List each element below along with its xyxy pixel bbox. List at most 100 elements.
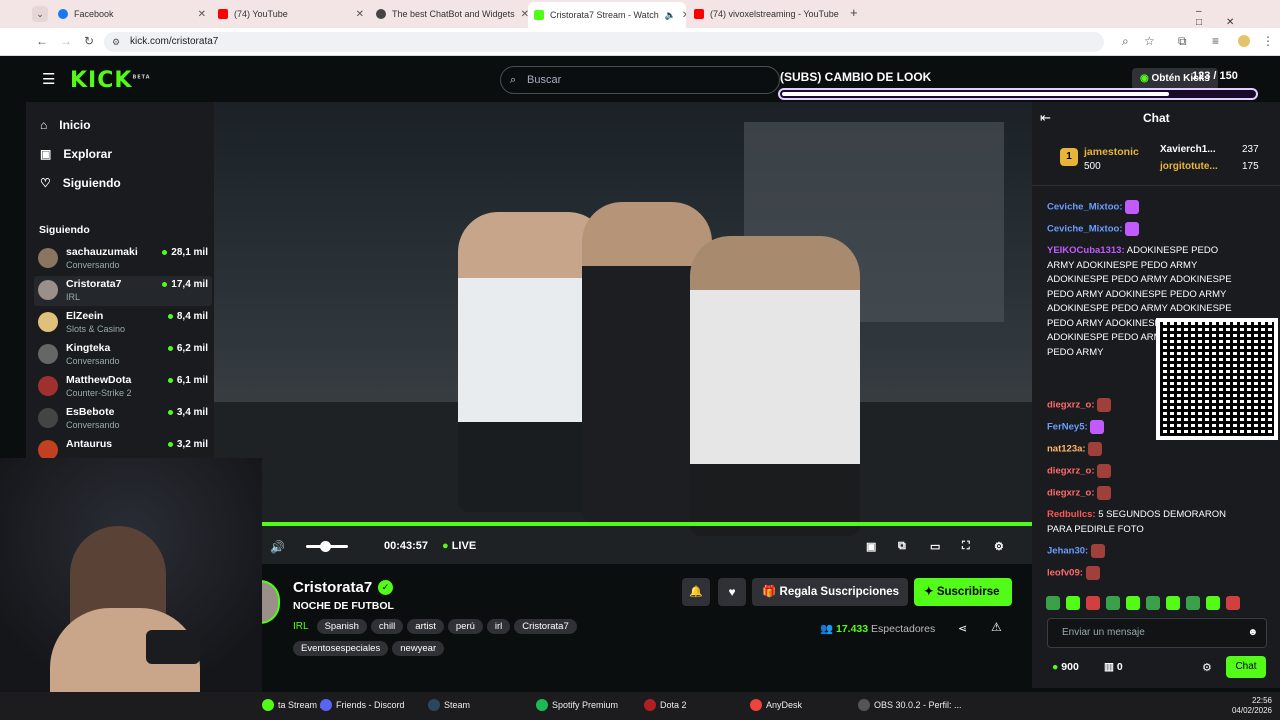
- stream-tag[interactable]: newyear: [392, 641, 445, 656]
- channel-title[interactable]: Cristorata7: [293, 579, 372, 596]
- extensions-icon[interactable]: ⧉: [1178, 34, 1187, 49]
- chat-username[interactable]: YEIKOCuba1313:: [1047, 245, 1125, 256]
- tab-search-button[interactable]: ⌄: [32, 6, 48, 22]
- tab-facebook[interactable]: Facebook ✕: [52, 4, 212, 24]
- taskbar-item[interactable]: Spotify Premium: [536, 699, 618, 711]
- nav-inicio[interactable]: ⌂ Inicio: [40, 118, 91, 132]
- gifter-name[interactable]: Xavierch1...: [1160, 144, 1216, 155]
- back-arrow-icon[interactable]: ←: [36, 34, 48, 48]
- video-player[interactable]: 🔊 00:43:57 ● LIVE ▣ ⧉ ▭ ⛶ ⚙: [214, 102, 1032, 564]
- emote-icon[interactable]: [1206, 596, 1220, 610]
- volume-icon[interactable]: 🔊: [270, 540, 285, 554]
- taskbar-item[interactable]: Dota 2: [644, 699, 687, 711]
- following-item[interactable]: Kingteka Conversando 6,2 mil: [38, 340, 208, 370]
- gifter-name[interactable]: jamestonic: [1084, 146, 1139, 158]
- taskbar-item[interactable]: Steam: [428, 699, 470, 711]
- stream-tag[interactable]: chill: [370, 619, 404, 634]
- following-item[interactable]: EsBebote Conversando 3,4 mil: [38, 404, 208, 434]
- fullscreen-icon[interactable]: ⛶: [962, 540, 970, 553]
- emote-icon[interactable]: [1086, 596, 1100, 610]
- chat-username[interactable]: Ceviche_Mixtoo:: [1047, 224, 1123, 235]
- tab-youtube-vivoxel[interactable]: (74) vivoxelstreaming - YouTube ✕: [688, 4, 846, 24]
- stream-tag[interactable]: irl: [486, 619, 511, 634]
- stream-tag[interactable]: artist: [407, 619, 444, 634]
- stream-tag[interactable]: Spanish: [316, 619, 367, 634]
- chat-username[interactable]: diegxrz_o:: [1047, 466, 1095, 477]
- emote-icon[interactable]: [1046, 596, 1060, 610]
- tab-kick-active[interactable]: Cristorata7 Stream - Watch 🔈 ✕: [528, 2, 686, 28]
- notification-bell-button[interactable]: 🔔: [682, 578, 710, 606]
- taskbar-item[interactable]: ta Stream ...: [262, 699, 327, 711]
- chat-username[interactable]: Ceviche_Mixtoo:: [1047, 202, 1123, 213]
- send-chat-button[interactable]: Chat: [1226, 656, 1266, 678]
- chat-username[interactable]: Redbullcs:: [1047, 509, 1096, 520]
- chat-username[interactable]: diegxrz_o:: [1047, 488, 1095, 499]
- collapse-chat-icon[interactable]: ⇤: [1040, 110, 1051, 126]
- chat-username[interactable]: diegxrz_o:: [1047, 400, 1095, 411]
- chat-settings-gear-icon[interactable]: ⚙: [1202, 661, 1212, 674]
- chat-username[interactable]: leofv09:: [1047, 568, 1083, 579]
- site-settings-icon[interactable]: ⚙: [112, 32, 120, 52]
- media-icon[interactable]: ≡: [1212, 34, 1219, 48]
- volume-slider[interactable]: [306, 541, 348, 552]
- stream-tag[interactable]: Eventosespeciales: [293, 641, 389, 656]
- stream-tag[interactable]: perú: [447, 619, 483, 634]
- settings-gear-icon[interactable]: ⚙: [994, 540, 1004, 553]
- hamburger-menu-icon[interactable]: ☰: [42, 70, 55, 88]
- new-tab-button[interactable]: +: [850, 5, 858, 20]
- speaker-icon[interactable]: 🔈: [665, 10, 676, 21]
- close-icon[interactable]: ✕: [356, 9, 364, 20]
- emote-icon[interactable]: [1186, 596, 1200, 610]
- following-item-active[interactable]: Cristorata7 IRL 17,4 mil: [34, 276, 212, 306]
- emote-icon[interactable]: [1106, 596, 1120, 610]
- subscribe-button[interactable]: ✦ Suscribirse: [914, 578, 1012, 606]
- kick-logo[interactable]: KICKBETA: [70, 68, 151, 93]
- channel-points[interactable]: ● 900: [1052, 661, 1079, 673]
- emote-icon[interactable]: [1066, 596, 1080, 610]
- stream-tag[interactable]: Cristorata7: [514, 619, 577, 634]
- emote-icon[interactable]: [1126, 596, 1140, 610]
- nav-siguiendo[interactable]: ♡ Siguiendo: [40, 176, 121, 190]
- chat-username[interactable]: Jehan30:: [1047, 546, 1088, 557]
- playback-progress-bar[interactable]: [261, 522, 1032, 526]
- miniplayer-icon[interactable]: ▣: [866, 540, 876, 553]
- tab-chatbot[interactable]: The best ChatBot and Widgets ✕: [370, 4, 528, 24]
- close-icon[interactable]: ✕: [521, 9, 528, 20]
- chat-username[interactable]: nat123a:: [1047, 444, 1086, 455]
- url-field[interactable]: ⚙ kick.com/cristorata7: [104, 32, 1104, 52]
- close-icon[interactable]: ✕: [682, 10, 686, 21]
- channel-avatar[interactable]: [260, 580, 280, 624]
- chat-message-input[interactable]: Enviar un mensaje ☻: [1047, 618, 1267, 648]
- emote-icon[interactable]: [1146, 596, 1160, 610]
- share-icon[interactable]: ⋖: [958, 622, 967, 635]
- volume-slider-handle[interactable]: [319, 541, 331, 552]
- tab-youtube[interactable]: (74) YouTube ✕: [212, 4, 370, 24]
- menu-kebab-icon[interactable]: ⋮: [1262, 34, 1274, 48]
- close-icon[interactable]: ✕: [845, 9, 846, 20]
- bookmark-star-icon[interactable]: ☆: [1144, 34, 1155, 48]
- forward-arrow-icon[interactable]: →: [60, 34, 72, 48]
- profile-avatar[interactable]: [1238, 35, 1250, 47]
- reload-icon[interactable]: ↻: [84, 34, 94, 48]
- clip-icon[interactable]: ⧉: [898, 540, 906, 553]
- category-link[interactable]: IRL: [293, 621, 309, 632]
- emote-icon[interactable]: [1166, 596, 1180, 610]
- nav-explorar[interactable]: ▣ Explorar: [40, 147, 112, 161]
- follow-heart-button[interactable]: ♥: [718, 578, 746, 606]
- emote-icon[interactable]: [1226, 596, 1240, 610]
- zoom-icon[interactable]: ⌕: [1122, 34, 1129, 49]
- following-item[interactable]: sachauzumaki Conversando 28,1 mil: [38, 244, 208, 274]
- close-icon[interactable]: ✕: [198, 9, 206, 20]
- emoji-icon[interactable]: ☻: [1247, 619, 1258, 647]
- inventory[interactable]: ▥ 0: [1104, 661, 1123, 673]
- chat-username[interactable]: FerNey5:: [1047, 422, 1088, 433]
- following-item[interactable]: ElZeein Slots & Casino 8,4 mil: [38, 308, 208, 338]
- taskbar-item[interactable]: Friends - Discord: [320, 699, 405, 711]
- taskbar-item[interactable]: OBS 30.0.2 - Perfil: ...: [858, 699, 962, 711]
- gift-subs-button[interactable]: 🎁 Regala Suscripciones: [752, 578, 908, 606]
- report-warning-icon[interactable]: ⚠: [991, 620, 1002, 634]
- taskbar-item[interactable]: AnyDesk: [750, 699, 802, 711]
- search-input[interactable]: ⌕ Buscar: [500, 66, 780, 94]
- clock[interactable]: 22:56 04/02/2026: [1228, 696, 1272, 716]
- window-controls[interactable]: –□✕: [1196, 6, 1280, 28]
